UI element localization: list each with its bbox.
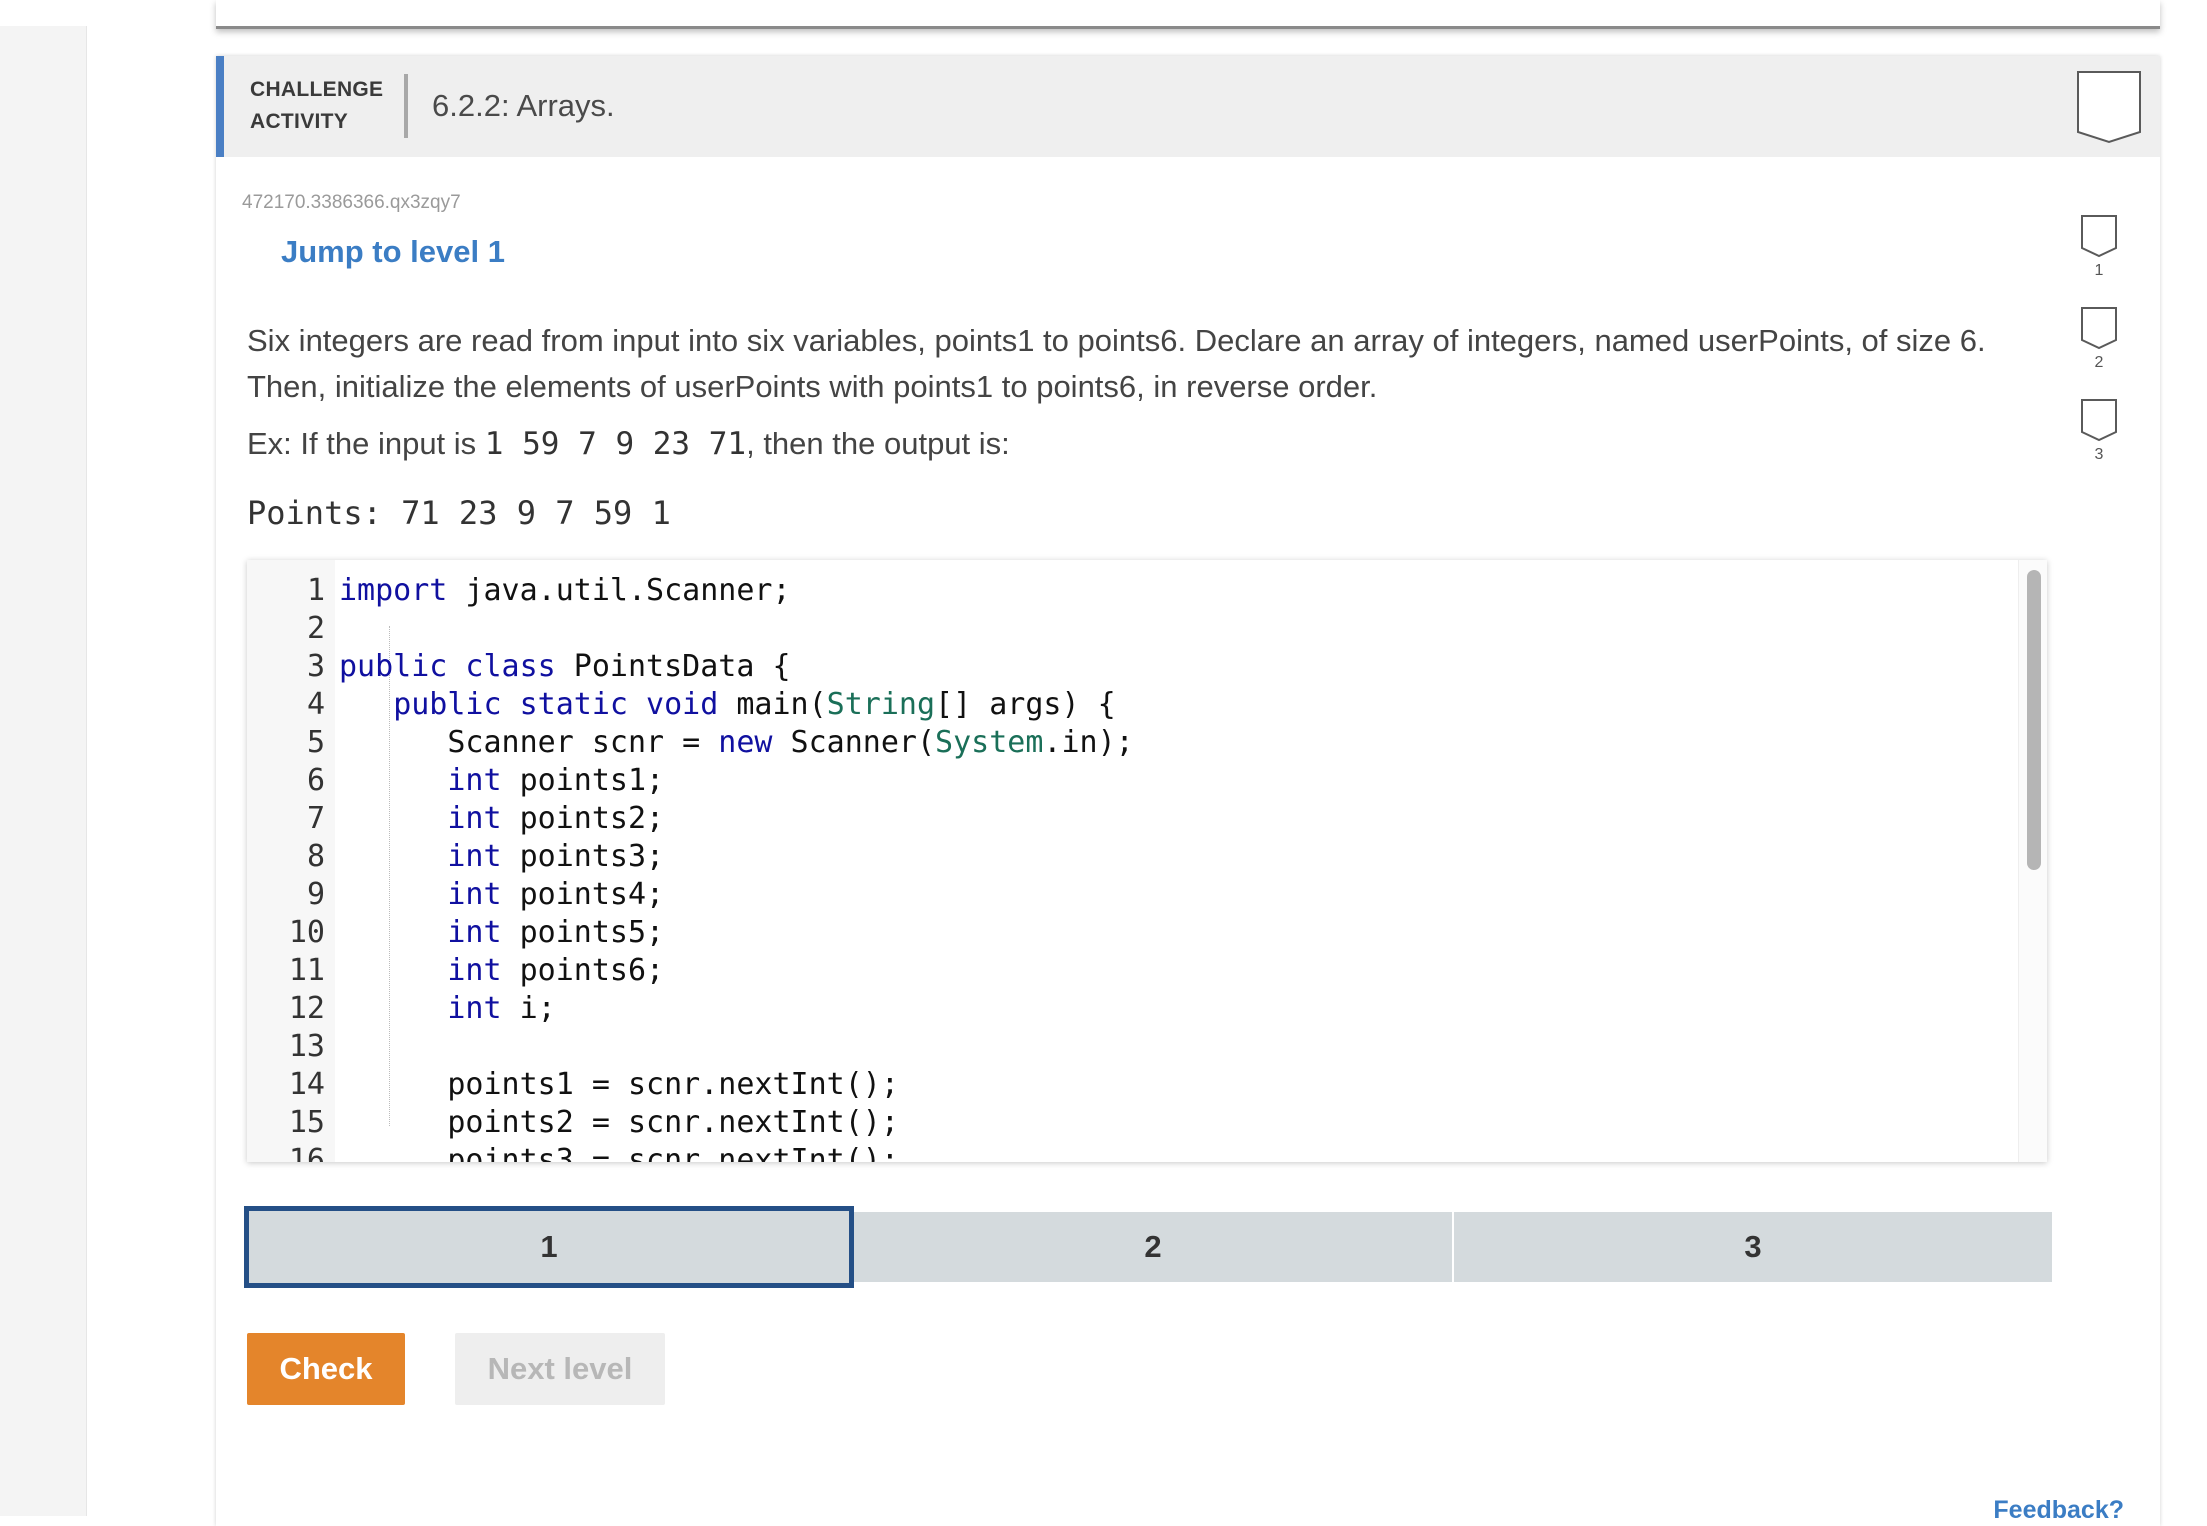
jump-to-level-link[interactable]: Jump to level 1 xyxy=(281,234,505,270)
challenge-activity-card: CHALLENGE ACTIVITY 6.2.2: Arrays. 472170… xyxy=(216,56,2160,1526)
code-text[interactable]: points2 = scnr.nextInt(); xyxy=(339,1105,899,1140)
code-line[interactable]: 12 int i; xyxy=(247,990,2027,1028)
code-text[interactable]: Scanner scnr = new Scanner(System.in); xyxy=(339,725,1133,760)
code-line[interactable]: 10 int points5; xyxy=(247,914,2027,952)
code-line[interactable]: 3 public class PointsData { xyxy=(247,648,2027,686)
page-left-gutter xyxy=(0,26,87,1516)
instructions-text: Six integers are read from input into si… xyxy=(247,323,1986,404)
level-marker-number: 1 xyxy=(2094,262,2104,279)
code-line[interactable]: 2 xyxy=(247,610,2027,648)
line-number: 10 xyxy=(288,915,325,950)
line-number: 2 xyxy=(306,611,325,646)
code-text[interactable]: int points1; xyxy=(339,763,664,798)
bookmark-icon[interactable] xyxy=(2076,70,2142,144)
code-line[interactable]: 7 int points2; xyxy=(247,800,2027,838)
example-suffix: , then the output is: xyxy=(746,426,1010,461)
code-text[interactable]: public static void main(String[] args) { xyxy=(339,687,1115,722)
level-marker-number: 2 xyxy=(2094,354,2104,371)
level-2-button[interactable]: 2 xyxy=(854,1212,1452,1282)
level-progress-markers: 1 2 3 xyxy=(2074,214,2124,490)
feedback-link[interactable]: Feedback? xyxy=(1993,1496,2124,1525)
code-line[interactable]: 16 points3 = scnr.nextInt(); xyxy=(247,1142,2027,1162)
level-marker-1[interactable]: 1 xyxy=(2074,214,2124,306)
level-3-button[interactable]: 3 xyxy=(1454,1212,2052,1282)
line-number: 15 xyxy=(288,1105,325,1140)
code-text[interactable]: points3 = scnr.nextInt(); xyxy=(339,1143,899,1162)
activity-id: 472170.3386366.qx3zqy7 xyxy=(242,192,461,213)
check-button[interactable]: Check xyxy=(247,1333,405,1405)
next-level-button[interactable]: Next level xyxy=(455,1333,665,1405)
activity-title: 6.2.2: Arrays. xyxy=(432,88,615,123)
code-line[interactable]: 14 points1 = scnr.nextInt(); xyxy=(247,1066,2027,1104)
code-text[interactable]: int i; xyxy=(339,991,555,1026)
editor-scroll-track[interactable] xyxy=(2018,560,2047,1162)
level-marker-2[interactable]: 2 xyxy=(2074,306,2124,398)
code-line[interactable]: 4 public static void main(String[] args)… xyxy=(247,686,2027,724)
line-number: 11 xyxy=(288,953,325,988)
expected-output: Points: 71 23 9 7 59 1 xyxy=(247,494,671,532)
top-divider xyxy=(216,0,2160,29)
line-number: 7 xyxy=(306,801,325,836)
code-line[interactable]: 11 int points6; xyxy=(247,952,2027,990)
bookmark-outline-icon xyxy=(2081,215,2117,258)
code-text[interactable]: points1 = scnr.nextInt(); xyxy=(339,1067,899,1102)
badge-line-1: CHALLENGE xyxy=(250,78,384,101)
activity-header: CHALLENGE ACTIVITY 6.2.2: Arrays. xyxy=(216,56,2160,157)
code-line[interactable]: 15 points2 = scnr.nextInt(); xyxy=(247,1104,2027,1142)
code-line[interactable]: 8 int points3; xyxy=(247,838,2027,876)
code-line[interactable]: 5 Scanner scnr = new Scanner(System.in); xyxy=(247,724,2027,762)
line-number: 13 xyxy=(288,1029,325,1064)
line-number: 12 xyxy=(288,991,325,1026)
line-number: 6 xyxy=(306,763,325,798)
line-number: 5 xyxy=(306,725,325,760)
line-number: 9 xyxy=(306,877,325,912)
code-text[interactable]: int points2; xyxy=(339,801,664,836)
level-selector: 1 2 3 xyxy=(244,1206,2052,1288)
code-text[interactable]: public class PointsData { xyxy=(339,649,791,684)
code-line[interactable]: 1 import java.util.Scanner; xyxy=(247,572,2027,610)
code-text[interactable]: int points6; xyxy=(339,953,664,988)
code-line[interactable]: 6 int points1; xyxy=(247,762,2027,800)
example-text: Ex: If the input is 1 59 7 9 23 71, then… xyxy=(247,426,1010,462)
code-text[interactable]: int points3; xyxy=(339,839,664,874)
bookmark-outline-icon xyxy=(2081,307,2117,350)
line-number: 16 xyxy=(288,1143,325,1162)
challenge-badge: CHALLENGE ACTIVITY xyxy=(250,74,390,138)
line-number: 3 xyxy=(306,649,325,684)
example-prefix: Ex: If the input is xyxy=(247,426,485,461)
line-number: 4 xyxy=(306,687,325,722)
code-text[interactable]: int points4; xyxy=(339,877,664,912)
code-line[interactable]: 9 int points4; xyxy=(247,876,2027,914)
level-marker-number: 3 xyxy=(2094,446,2104,463)
code-text[interactable]: int points5; xyxy=(339,915,664,950)
header-divider xyxy=(404,74,408,138)
level-marker-3[interactable]: 3 xyxy=(2074,398,2124,490)
code-text[interactable]: import java.util.Scanner; xyxy=(339,573,791,608)
line-number: 14 xyxy=(288,1067,325,1102)
code-line[interactable]: 13 xyxy=(247,1028,2027,1066)
code-editor[interactable]: 1 import java.util.Scanner; 2 3 public class… xyxy=(247,560,2047,1162)
bookmark-outline-icon xyxy=(2081,399,2117,442)
example-input: 1 59 7 9 23 71 xyxy=(484,426,747,462)
line-number: 8 xyxy=(306,839,325,874)
editor-scrollbar[interactable] xyxy=(2027,570,2041,870)
line-number: 1 xyxy=(306,573,325,608)
code-lines[interactable]: 1 import java.util.Scanner; 2 3 public class… xyxy=(247,572,2027,1162)
level-1-button[interactable]: 1 xyxy=(244,1206,854,1288)
badge-line-2: ACTIVITY xyxy=(250,110,349,133)
